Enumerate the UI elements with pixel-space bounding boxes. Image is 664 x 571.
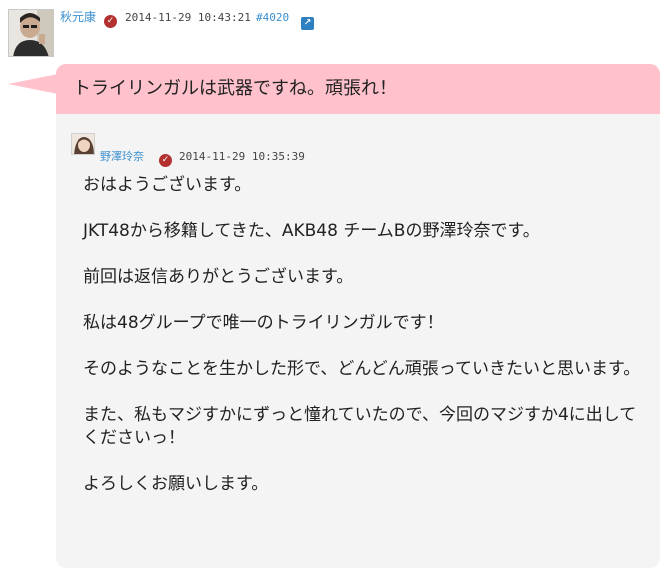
bubble-tail (8, 74, 58, 94)
reply-paragraph: おはようございます。 (83, 175, 252, 195)
reply-paragraph: 前回は返信ありがとうございます。 (83, 267, 354, 287)
reply-author-link[interactable]: 野澤玲奈 (100, 150, 144, 164)
message-bubble: トライリンガルは武器ですね。頑張れ！ (56, 64, 660, 114)
reply-avatar[interactable] (71, 133, 95, 155)
external-link-icon[interactable]: ↗ (301, 17, 314, 30)
verified-badge-icon: ✓ (159, 154, 172, 167)
reply-paragraph: そのようなことを生かした形で、どんどん頑張っていきたいと思います。 (83, 359, 641, 379)
reply-body: おはようございます。 JKT48から移籍してきた、AKB48 チームBの野澤玲奈… (83, 174, 648, 496)
verified-badge-icon: ✓ (104, 15, 117, 28)
message-text: トライリンガルは武器ですね。頑張れ！ (73, 78, 397, 99)
post-timestamp: 2014-11-29 10:43:21 (125, 11, 251, 24)
message-page: 秋元康 ✓ 2014-11-29 10:43:21 #4020 ↗ トライリンガ… (0, 0, 664, 571)
reply-paragraph: よろしくお願いします。 (83, 474, 269, 494)
author-name-link[interactable]: 秋元康 (60, 9, 96, 25)
reply-paragraph: また、私もマジすかにずっと憧れていたので、今回のマジすか4に出してくださいっ！ (83, 405, 637, 448)
author-avatar[interactable] (8, 9, 54, 57)
reply-card: 野澤玲奈 ✓ 2014-11-29 10:35:39 おはようございます。 JK… (56, 114, 660, 568)
post-number-link[interactable]: #4020 (256, 10, 289, 26)
reply-paragraph: 私は48グループで唯一のトライリンガルです！ (83, 313, 444, 333)
reply-timestamp: 2014-11-29 10:35:39 (179, 150, 305, 163)
reply-paragraph: JKT48から移籍してきた、AKB48 チームBの野澤玲奈です。 (83, 221, 540, 241)
